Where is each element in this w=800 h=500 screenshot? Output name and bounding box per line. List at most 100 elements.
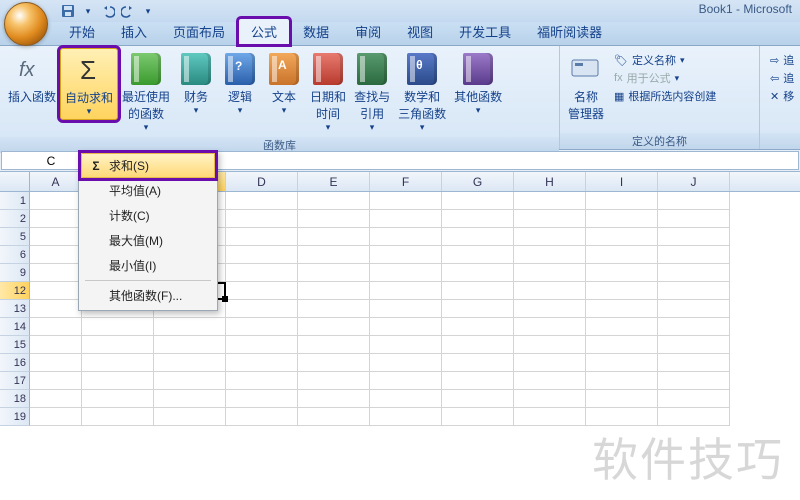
cell[interactable] [226,390,298,408]
cell[interactable] [226,354,298,372]
column-header-a[interactable]: A [30,172,82,191]
cell[interactable] [298,336,370,354]
cell[interactable] [658,354,730,372]
cell[interactable] [226,210,298,228]
row-header-9[interactable]: 9 [0,264,30,282]
cell[interactable] [514,246,586,264]
cell[interactable] [442,210,514,228]
tab-review[interactable]: 审阅 [342,18,394,45]
cell[interactable] [442,192,514,210]
cell[interactable] [514,300,586,318]
create-from-selection-button[interactable]: ▦根据所选内容创建 [614,88,716,104]
cell[interactable] [370,300,442,318]
cell[interactable] [370,264,442,282]
cell[interactable] [226,228,298,246]
finance-button[interactable]: 财务▾ [174,48,218,118]
cell[interactable] [586,246,658,264]
cell[interactable] [514,192,586,210]
cell[interactable] [226,264,298,282]
cell[interactable] [30,228,82,246]
cell[interactable] [154,390,226,408]
math-button[interactable]: θ 数学和 三角函数▾ [394,48,450,135]
cell[interactable] [298,264,370,282]
lookup-button[interactable]: 查找与 引用▾ [350,48,394,135]
cell[interactable] [226,246,298,264]
cell[interactable] [586,300,658,318]
cell[interactable] [658,318,730,336]
cell[interactable] [442,228,514,246]
office-button[interactable] [4,2,48,46]
row-header-13[interactable]: 13 [0,300,30,318]
tab-foxit[interactable]: 福昕阅读器 [524,18,615,45]
cell[interactable] [30,210,82,228]
cell[interactable] [82,318,154,336]
cell[interactable] [442,246,514,264]
cell[interactable] [298,354,370,372]
cell[interactable] [586,318,658,336]
cell[interactable] [154,372,226,390]
cell[interactable] [514,336,586,354]
redo-icon[interactable] [120,3,136,19]
cell[interactable] [442,372,514,390]
cell[interactable] [514,282,586,300]
formula-input[interactable] [124,151,799,170]
remove-arrows-button[interactable]: ✕移 [770,88,794,104]
dropdown-other-functions[interactable]: 其他函数(F)... [81,283,215,308]
cell[interactable] [298,318,370,336]
row-header-5[interactable]: 5 [0,228,30,246]
cell[interactable] [658,228,730,246]
save-icon[interactable] [60,3,76,19]
logic-button[interactable]: ? 逻辑▾ [218,48,262,118]
row-header-14[interactable]: 14 [0,318,30,336]
dropdown-average[interactable]: 平均值(A) [81,178,215,203]
row-header-1[interactable]: 1 [0,192,30,210]
cell[interactable] [30,336,82,354]
cell[interactable] [658,282,730,300]
cell[interactable] [82,354,154,372]
name-manager-button[interactable]: 名称 管理器 [564,48,608,124]
cell[interactable] [226,408,298,426]
tab-formulas[interactable]: 公式 [238,18,290,45]
cell[interactable] [514,354,586,372]
dropdown-min[interactable]: 最小值(I) [81,253,215,278]
column-header-g[interactable]: G [442,172,514,191]
cell[interactable] [298,210,370,228]
tab-developer[interactable]: 开发工具 [446,18,524,45]
cell[interactable] [658,336,730,354]
cell[interactable] [30,264,82,282]
cell[interactable] [226,336,298,354]
cell[interactable] [30,246,82,264]
define-name-button[interactable]: 🏷定义名称▾ [614,52,716,68]
cell[interactable] [298,282,370,300]
row-header-18[interactable]: 18 [0,390,30,408]
undo-icon[interactable] [100,3,116,19]
cell[interactable] [82,408,154,426]
tab-layout[interactable]: 页面布局 [160,18,238,45]
cell[interactable] [658,300,730,318]
row-header-2[interactable]: 2 [0,210,30,228]
tab-home[interactable]: 开始 [56,18,108,45]
cell[interactable] [658,264,730,282]
cell[interactable] [370,390,442,408]
cell[interactable] [30,372,82,390]
cell[interactable] [586,264,658,282]
cell[interactable] [370,336,442,354]
trace-dependents-button[interactable]: ⇦追 [770,70,794,86]
cell[interactable] [82,336,154,354]
cell[interactable] [586,336,658,354]
cell[interactable] [370,228,442,246]
cell[interactable] [514,408,586,426]
cell[interactable] [226,300,298,318]
cell[interactable] [298,372,370,390]
cell[interactable] [514,318,586,336]
recent-functions-button[interactable]: 最近使用 的函数▾ [118,48,174,135]
insert-function-button[interactable]: fx 插入函数 [4,48,60,107]
cell[interactable] [370,246,442,264]
cell[interactable] [442,282,514,300]
cell[interactable] [514,372,586,390]
cell[interactable] [586,354,658,372]
cell[interactable] [370,282,442,300]
select-all-corner[interactable] [0,172,30,191]
datetime-button[interactable]: 日期和 时间▾ [306,48,350,135]
cell[interactable] [154,408,226,426]
